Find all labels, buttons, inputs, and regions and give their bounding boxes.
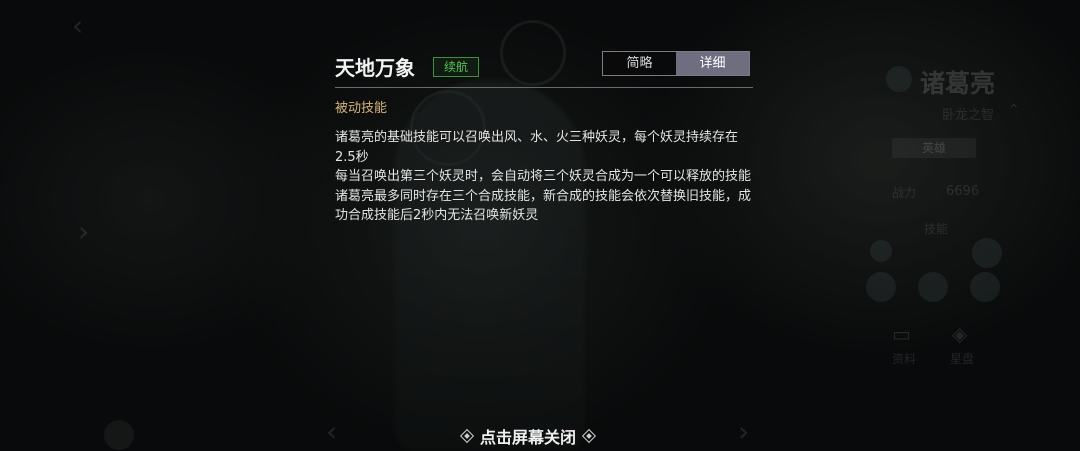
skill-tag-badge: 续航 [433,57,479,77]
diamond-icon [581,428,597,444]
close-hint-button[interactable]: 点击屏幕关闭 [459,425,597,447]
description-line: 诸葛亮最多同时存在三个合成技能，新合成的技能会依次替换旧技能，成功合成技能后2秒… [335,188,752,224]
close-hint-text: 点击屏幕关闭 [480,428,577,447]
tab-brief[interactable]: 简略 [603,52,676,75]
title-divider [335,87,753,88]
overlay-dim[interactable] [0,0,1080,451]
skill-type-label: 被动技能 [335,101,388,116]
skill-title: 天地万象 [335,56,415,80]
skill-description: 诸葛亮的基础技能可以召唤出风、水、火三种妖灵，每个妖灵持续存在2.5秒 每当召唤… [335,128,755,226]
description-line: 诸葛亮的基础技能可以召唤出风、水、火三种妖灵，每个妖灵持续存在2.5秒 [335,130,739,165]
description-line: 每当召唤出第三个妖灵时，会自动将三个妖灵合成为一个可以释放的技能 [335,169,752,184]
detail-tab-switch: 简略 详细 [602,51,750,76]
tab-detailed[interactable]: 详细 [676,52,749,75]
diamond-icon [459,428,475,444]
